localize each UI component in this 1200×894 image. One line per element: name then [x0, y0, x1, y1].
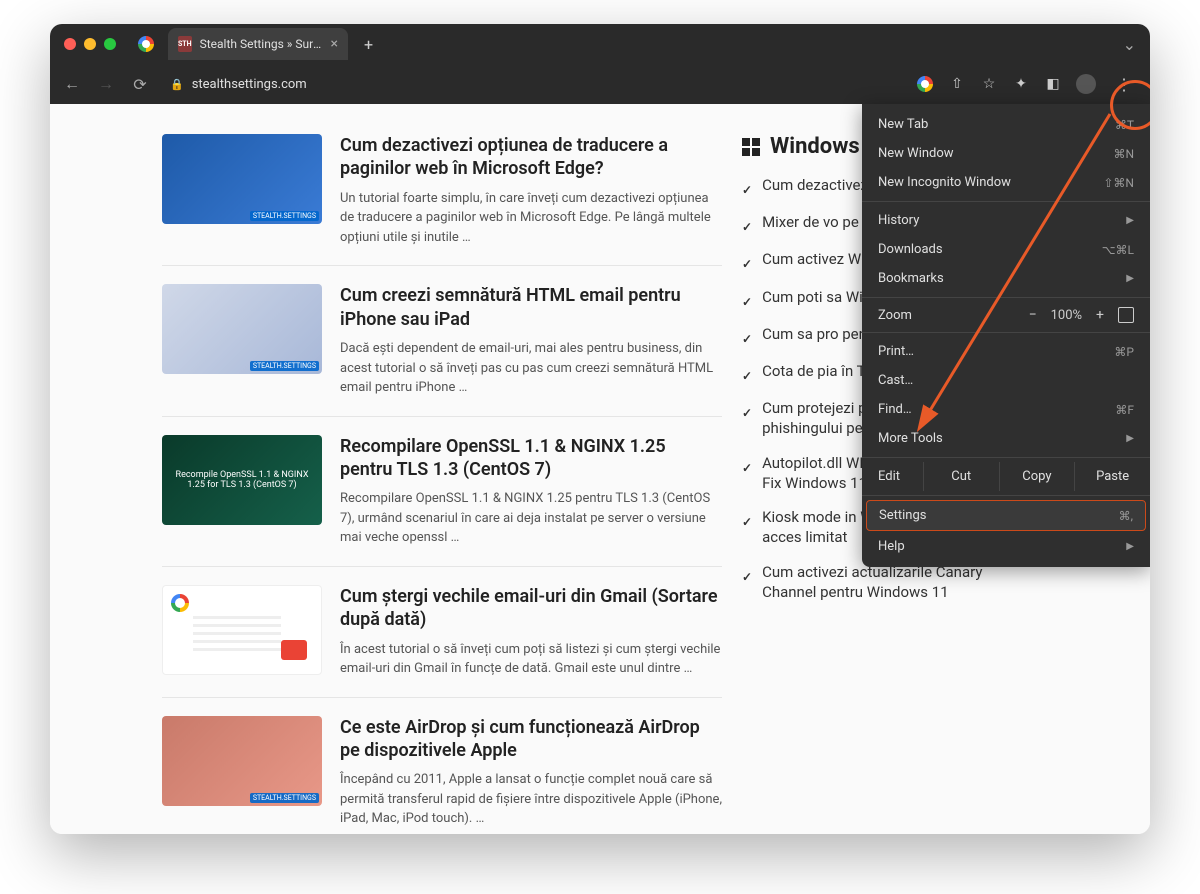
article-thumbnail: STEALTH.SETTINGS — [162, 716, 322, 806]
browser-tab[interactable]: STH Stealth Settings » Sursa de tut × — [168, 28, 348, 60]
zoom-in-button[interactable]: + — [1096, 307, 1104, 323]
menu-paste[interactable]: Paste — [1074, 462, 1150, 491]
article-thumbnail: STEALTH.SETTINGS — [162, 284, 322, 374]
article-item[interactable]: STEALTH.SETTINGS Cum creezi semnătură HT… — [162, 284, 722, 416]
menu-new-tab[interactable]: New Tab⌘T — [862, 110, 1150, 139]
menu-more-tools[interactable]: More Tools▶ — [862, 424, 1150, 453]
article-excerpt: Începând cu 2011, Apple a lansat o funcț… — [340, 770, 722, 829]
share-icon[interactable]: ⇧ — [948, 75, 966, 93]
article-thumbnail: STEALTH.SETTINGS — [162, 134, 322, 224]
article-excerpt: În acest tutorial o să înveți cum poți s… — [340, 640, 722, 679]
tab-favicon-icon: STH — [178, 36, 192, 52]
article-title: Cum ștergi vechile email-uri din Gmail (… — [340, 585, 722, 632]
check-icon: ✓ — [742, 368, 752, 384]
menu-downloads[interactable]: Downloads⌥⌘L — [862, 235, 1150, 264]
window-controls — [64, 38, 116, 50]
menu-help[interactable]: Help▶ — [862, 532, 1150, 561]
menu-copy[interactable]: Copy — [999, 462, 1075, 491]
menu-history[interactable]: History▶ — [862, 206, 1150, 235]
article-title: Cum creezi semnătură HTML email pentru i… — [340, 284, 722, 331]
chrome-menu: New Tab⌘T New Window⌘N New Incognito Win… — [862, 104, 1150, 567]
menu-edit-row: Edit Cut Copy Paste — [862, 462, 1150, 491]
article-list: STEALTH.SETTINGS Cum dezactivezi opțiune… — [162, 134, 722, 834]
check-icon: ✓ — [742, 331, 752, 347]
chevron-right-icon: ▶ — [1126, 433, 1134, 444]
chevron-down-icon[interactable]: ⌄ — [1123, 35, 1136, 54]
check-icon: ✓ — [742, 182, 752, 198]
article-thumbnail — [162, 585, 322, 675]
check-icon: ✓ — [742, 294, 752, 310]
sidebar-link[interactable]: ✓Cum activezi actualizarile Canary Chann… — [742, 562, 1032, 603]
windows-icon — [742, 138, 760, 156]
menu-settings[interactable]: Settings⌘, — [866, 500, 1146, 531]
check-icon: ✓ — [742, 405, 752, 439]
fullscreen-icon[interactable] — [1118, 307, 1134, 323]
extensions-icon[interactable]: ✦ — [1012, 75, 1030, 93]
new-tab-button[interactable]: + — [364, 35, 373, 54]
zoom-out-button[interactable]: − — [1029, 307, 1037, 323]
check-icon: ✓ — [742, 460, 752, 494]
article-excerpt: Un tutorial foarte simplu, în care înveț… — [340, 189, 722, 248]
check-icon: ✓ — [742, 256, 752, 272]
check-icon: ✓ — [742, 514, 752, 548]
article-item[interactable]: Cum ștergi vechile email-uri din Gmail (… — [162, 585, 722, 698]
article-item[interactable]: STEALTH.SETTINGS Cum dezactivezi opțiune… — [162, 134, 722, 266]
article-title: Ce este AirDrop și cum funcționează AirD… — [340, 716, 722, 763]
google-icon — [138, 36, 154, 52]
google-account-icon[interactable] — [916, 75, 934, 93]
more-menu-button[interactable]: ⋮ — [1110, 70, 1138, 98]
menu-edit-label: Edit — [862, 462, 923, 491]
browser-window: STH Stealth Settings » Sursa de tut × + … — [50, 24, 1150, 834]
minimize-window-button[interactable] — [84, 38, 96, 50]
reload-button[interactable]: ⟳ — [130, 75, 150, 94]
close-tab-button[interactable]: × — [331, 36, 338, 52]
maximize-window-button[interactable] — [104, 38, 116, 50]
article-title: Recompilare OpenSSL 1.1 & NGINX 1.25 pen… — [340, 435, 722, 482]
article-title: Cum dezactivezi opțiunea de traducere a … — [340, 134, 722, 181]
titlebar: STH Stealth Settings » Sursa de tut × + … — [50, 24, 1150, 64]
profile-avatar-icon[interactable] — [1076, 74, 1096, 94]
tab-title: Stealth Settings » Sursa de tut — [200, 37, 323, 51]
zoom-level: 100% — [1051, 308, 1082, 323]
chevron-right-icon: ▶ — [1126, 541, 1134, 552]
forward-button[interactable]: → — [96, 74, 116, 94]
bookmark-star-icon[interactable]: ☆ — [980, 75, 998, 93]
check-icon: ✓ — [742, 219, 752, 235]
sidepanel-icon[interactable]: ◧ — [1044, 75, 1062, 93]
chevron-right-icon: ▶ — [1126, 215, 1134, 226]
article-thumbnail: Recompile OpenSSL 1.1 & NGINX 1.25 for T… — [162, 435, 322, 525]
menu-find[interactable]: Find…⌘F — [862, 395, 1150, 424]
check-icon: ✓ — [742, 569, 752, 603]
toolbar-actions: ⇧ ☆ ✦ ◧ ⋮ — [916, 70, 1138, 98]
article-item[interactable]: STEALTH.SETTINGS Ce este AirDrop și cum … — [162, 716, 722, 834]
menu-new-window[interactable]: New Window⌘N — [862, 139, 1150, 168]
address-bar[interactable]: 🔒 stealthsettings.com — [164, 77, 902, 92]
menu-bookmarks[interactable]: Bookmarks▶ — [862, 264, 1150, 293]
article-excerpt: Recompilare OpenSSL 1.1 & NGINX 1.25 pen… — [340, 489, 722, 548]
menu-new-incognito[interactable]: New Incognito Window⇧⌘N — [862, 168, 1150, 197]
toolbar: ← → ⟳ 🔒 stealthsettings.com ⇧ ☆ ✦ ◧ ⋮ — [50, 64, 1150, 104]
menu-cut[interactable]: Cut — [923, 462, 999, 491]
menu-zoom: Zoom − 100% + — [862, 302, 1150, 328]
close-window-button[interactable] — [64, 38, 76, 50]
lock-icon: 🔒 — [170, 78, 184, 91]
article-item[interactable]: Recompile OpenSSL 1.1 & NGINX 1.25 for T… — [162, 435, 722, 567]
article-excerpt: Dacă ești dependent de email-uri, mai al… — [340, 339, 722, 398]
chevron-right-icon: ▶ — [1126, 273, 1134, 284]
menu-cast[interactable]: Cast… — [862, 366, 1150, 395]
menu-print[interactable]: Print…⌘P — [862, 337, 1150, 366]
url-text: stealthsettings.com — [192, 77, 307, 92]
back-button[interactable]: ← — [62, 74, 82, 94]
